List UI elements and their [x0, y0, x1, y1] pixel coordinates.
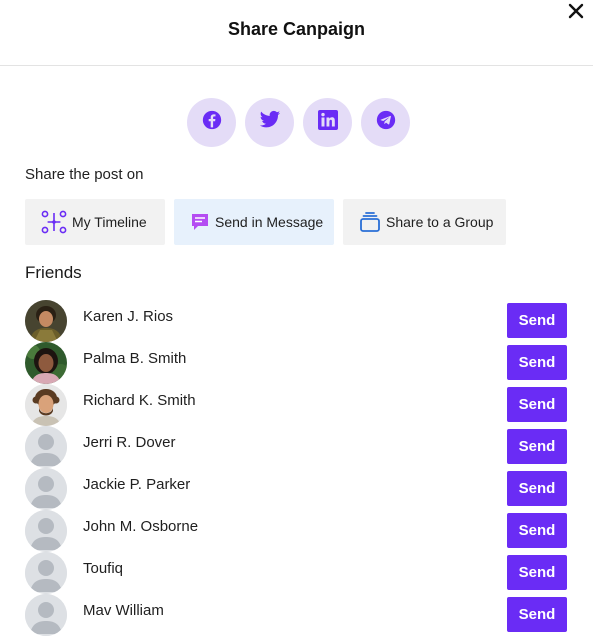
send-button[interactable]: Send [507, 303, 567, 338]
friend-row: Richard K. Smith Send [25, 383, 570, 426]
modal-header: Share Canpaign [0, 0, 593, 66]
avatar [25, 468, 67, 510]
friend-row: John M. Osborne Send [25, 509, 570, 552]
friend-name: Richard K. Smith [83, 392, 196, 409]
linkedin-icon [317, 110, 338, 135]
close-icon[interactable] [565, 0, 587, 22]
avatar [25, 342, 67, 384]
social-share-row [187, 98, 410, 147]
friend-name: Toufiq [83, 560, 124, 577]
avatar [25, 426, 67, 468]
friend-row: Karen J. Rios Send [25, 299, 570, 342]
friend-row: Jackie P. Parker Send [25, 467, 570, 510]
send-button[interactable]: Send [507, 597, 567, 632]
facebook-button[interactable] [187, 98, 236, 147]
send-button[interactable]: Send [507, 471, 567, 506]
friend-name: Palma B. Smith [83, 350, 187, 367]
friend-name: Jerri R. Dover [83, 434, 176, 451]
send-button[interactable]: Send [507, 429, 567, 464]
twitter-icon [259, 110, 281, 135]
share-to-group-option[interactable]: Share to a Group [343, 199, 506, 245]
friend-name: Mav William [83, 602, 164, 619]
timeline-icon [41, 210, 67, 234]
share-to-group-label: Share to a Group [386, 214, 494, 230]
friend-name: Jackie P. Parker [83, 476, 191, 493]
friends-heading: Friends [25, 263, 82, 282]
avatar [25, 510, 67, 552]
share-options: My Timeline Send in Message Share to a G… [25, 199, 506, 245]
avatar [25, 300, 67, 342]
friend-row: Mav William Send [25, 593, 570, 636]
send-button[interactable]: Send [507, 345, 567, 380]
group-icon [359, 211, 381, 233]
send-button[interactable]: Send [507, 387, 567, 422]
telegram-icon [375, 109, 397, 136]
friend-row: Toufiq Send [25, 551, 570, 594]
my-timeline-option[interactable]: My Timeline [25, 199, 165, 245]
modal-title: Share Canpaign [227, 19, 366, 39]
send-button[interactable]: Send [507, 555, 567, 590]
telegram-button[interactable] [361, 98, 410, 147]
friends-list: Karen J. Rios Send Palma B. Smith Send R… [25, 299, 570, 636]
share-post-label: Share the post on [25, 166, 144, 183]
avatar [25, 384, 67, 426]
friend-name: Karen J. Rios [83, 308, 174, 325]
friend-row: Jerri R. Dover Send [25, 425, 570, 468]
avatar [25, 552, 67, 594]
twitter-button[interactable] [245, 98, 294, 147]
friend-row: Palma B. Smith Send [25, 341, 570, 384]
send-in-message-label: Send in Message [215, 214, 324, 230]
avatar [25, 594, 67, 636]
my-timeline-label: My Timeline [72, 214, 147, 230]
linkedin-button[interactable] [303, 98, 352, 147]
send-button[interactable]: Send [507, 513, 567, 548]
facebook-icon [201, 109, 223, 136]
message-icon [190, 212, 210, 232]
friend-name: John M. Osborne [83, 518, 199, 535]
send-in-message-option[interactable]: Send in Message [174, 199, 334, 245]
